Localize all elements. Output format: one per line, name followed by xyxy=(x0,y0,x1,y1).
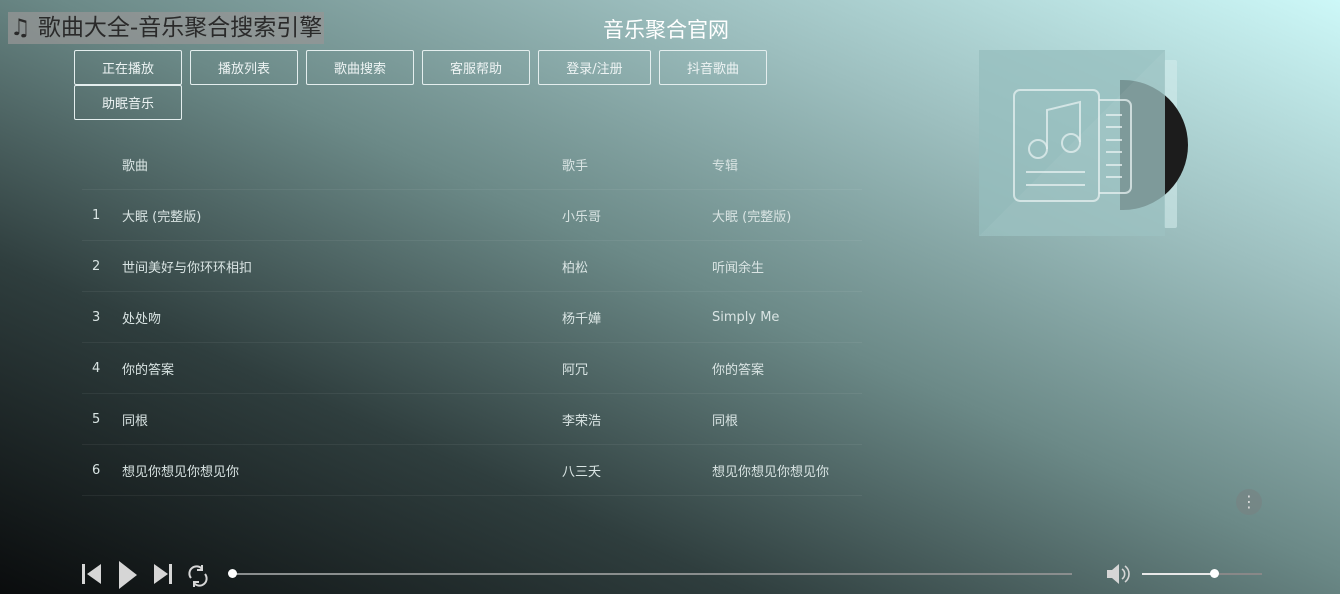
volume-slider[interactable] xyxy=(1142,569,1262,578)
album-name: Simply Me xyxy=(712,309,780,325)
nav-bar: 正在播放 播放列表 歌曲搜索 客服帮助 登录/注册 抖音歌曲 助眠音乐 xyxy=(74,50,794,120)
table-row[interactable]: 2 世间美好与你环环相扣 柏松 听闻余生 xyxy=(82,241,862,292)
progress-knob[interactable] xyxy=(228,569,237,578)
singer-name: 李荣浩 xyxy=(562,413,602,429)
album-name: 想见你想见你想见你 xyxy=(712,464,830,480)
table-row[interactable]: 3 处处吻 杨千嬅 Simply Me xyxy=(82,292,862,343)
album-name: 大眠 (完整版) xyxy=(712,209,792,225)
nav-playlist[interactable]: 播放列表 xyxy=(190,50,298,85)
volume-icon[interactable] xyxy=(1105,562,1131,586)
previous-icon[interactable] xyxy=(81,562,103,586)
song-index: 1 xyxy=(92,207,101,223)
table-row[interactable]: 4 你的答案 阿冗 你的答案 xyxy=(82,343,862,394)
song-index: 2 xyxy=(92,258,101,274)
next-icon[interactable] xyxy=(152,562,174,586)
album-cover xyxy=(979,50,1165,236)
col-song: 歌曲 xyxy=(122,159,149,174)
song-table: 歌曲 歌手 专辑 1 大眠 (完整版) 小乐哥 大眠 (完整版) 2 世间美好与你环环相扣… xyxy=(82,140,862,496)
song-name: 你的答案 xyxy=(122,362,175,378)
table-row[interactable]: 1 大眠 (完整版) 小乐哥 大眠 (完整版) xyxy=(82,190,862,241)
song-name: 想见你想见你想见你 xyxy=(122,464,240,480)
song-index: 6 xyxy=(92,462,101,478)
song-index: 4 xyxy=(92,360,101,376)
nav-now-playing[interactable]: 正在播放 xyxy=(74,50,182,85)
table-row[interactable]: 6 想见你想见你想见你 八三夭 想见你想见你想见你 xyxy=(82,445,862,496)
song-index: 5 xyxy=(92,411,101,427)
player-bar xyxy=(0,558,1340,590)
singer-name: 八三夭 xyxy=(562,464,602,480)
col-singer: 歌手 xyxy=(562,159,589,174)
song-name: 世间美好与你环环相扣 xyxy=(122,260,253,276)
nav-login[interactable]: 登录/注册 xyxy=(538,50,651,85)
album-name: 同根 xyxy=(712,413,739,429)
site-title: ♫ 歌曲大全-音乐聚合搜索引擎 xyxy=(8,12,325,44)
singer-name: 柏松 xyxy=(562,260,589,276)
nav-sleep-music[interactable]: 助眠音乐 xyxy=(74,85,182,120)
singer-name: 杨千嬅 xyxy=(562,311,602,327)
progress-slider[interactable] xyxy=(228,569,1072,578)
singer-name: 阿冗 xyxy=(562,362,589,378)
table-header: 歌曲 歌手 专辑 xyxy=(82,140,862,190)
col-album: 专辑 xyxy=(712,159,739,174)
table-row[interactable]: 5 同根 李荣浩 同根 xyxy=(82,394,862,445)
album-name: 听闻余生 xyxy=(712,260,765,276)
nav-help[interactable]: 客服帮助 xyxy=(422,50,530,85)
nav-douyin[interactable]: 抖音歌曲 xyxy=(659,50,767,85)
volume-knob[interactable] xyxy=(1210,569,1219,578)
song-name: 处处吻 xyxy=(122,311,162,327)
more-options-button[interactable]: ⋮ xyxy=(1236,489,1262,515)
music-document-icon xyxy=(1013,89,1132,202)
song-name: 大眠 (完整版) xyxy=(122,209,202,225)
nav-search[interactable]: 歌曲搜索 xyxy=(306,50,414,85)
song-index: 3 xyxy=(92,309,101,325)
play-icon[interactable] xyxy=(117,560,139,590)
album-name: 你的答案 xyxy=(712,362,765,378)
song-name: 同根 xyxy=(122,413,149,429)
singer-name: 小乐哥 xyxy=(562,209,602,225)
brand-title[interactable]: 音乐聚合官网 xyxy=(603,14,729,44)
repeat-icon[interactable] xyxy=(186,564,210,588)
